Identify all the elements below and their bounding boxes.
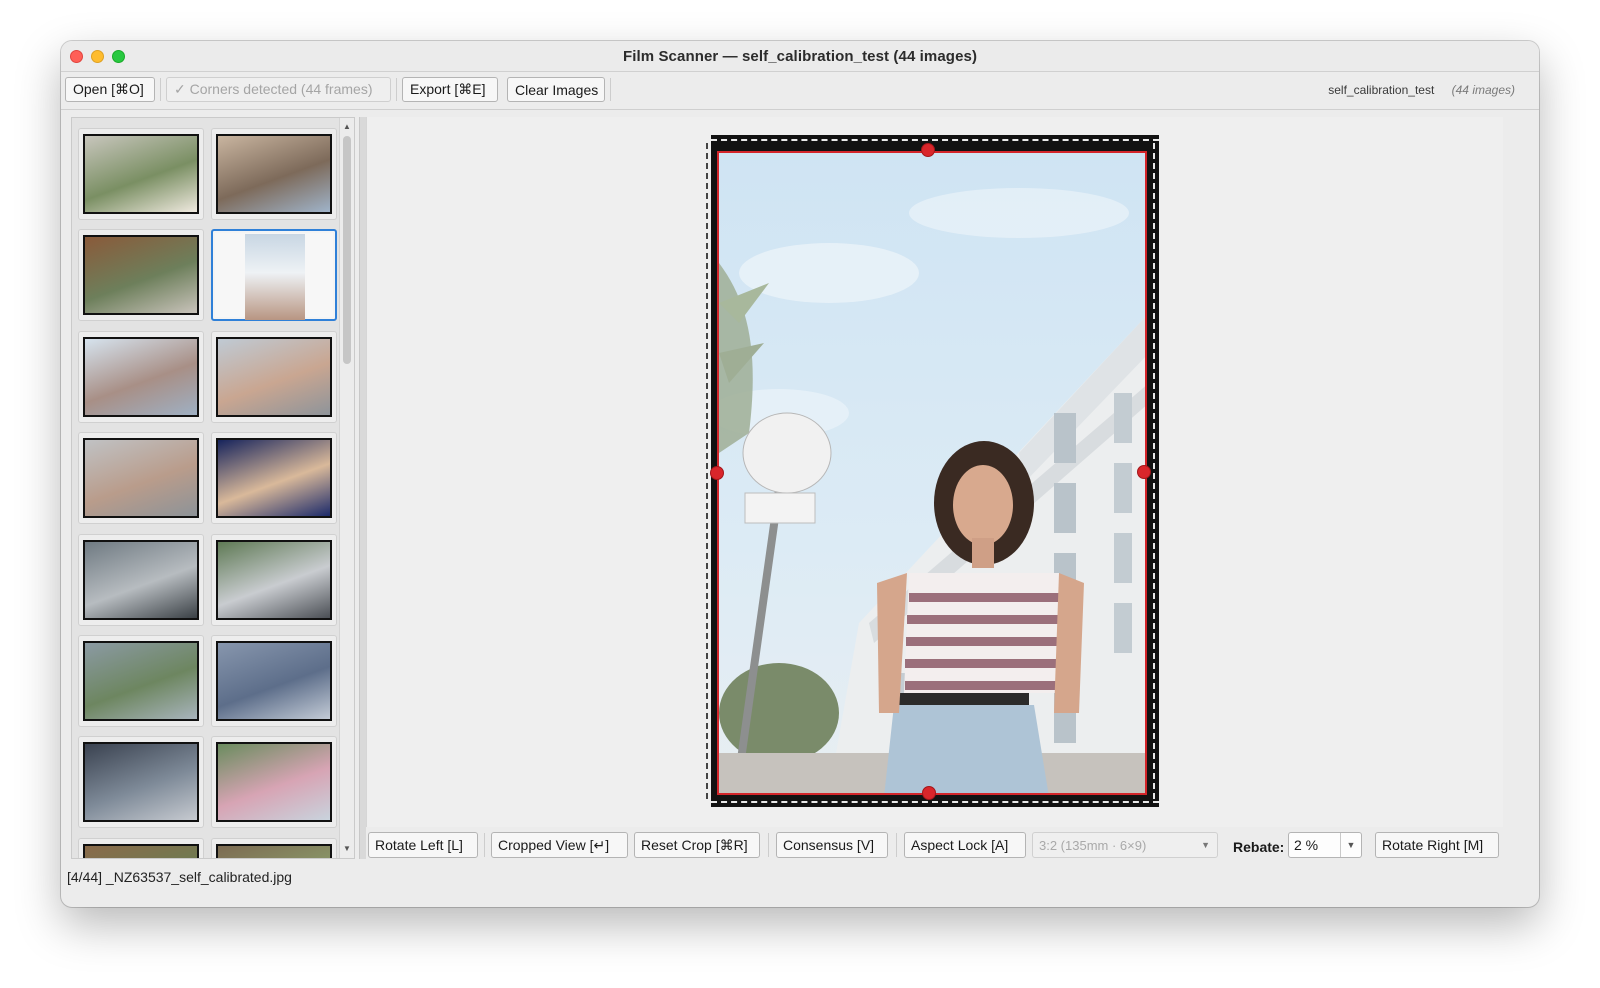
export-button[interactable]: Export [⌘E] xyxy=(402,77,498,102)
photo-person-lying-icon xyxy=(216,134,332,214)
thumbnail-item[interactable] xyxy=(211,432,337,524)
rebate-stepper[interactable]: 2 % ▼ xyxy=(1288,832,1362,858)
frame-detected-edge-right xyxy=(1153,143,1155,799)
photo-street-cyclist-icon xyxy=(83,641,199,721)
toolbar: Open [⌘O] ✓ Corners detected (44 frames)… xyxy=(61,72,1539,110)
thumbnail-item[interactable] xyxy=(211,128,337,220)
crop-handle-left[interactable] xyxy=(710,466,724,480)
sidebar-scrollbar[interactable]: ▲ ▼ xyxy=(339,118,354,858)
controls-divider xyxy=(768,833,769,857)
photo-woman-rotated-icon xyxy=(83,337,199,417)
aspect-ratio-value: 3:2 (135mm · 6×9) xyxy=(1039,837,1147,853)
consensus-button[interactable]: Consensus [V] xyxy=(776,832,888,858)
project-image-count: (44 images) xyxy=(1451,83,1515,97)
photo-partial-2-icon xyxy=(216,844,332,858)
reset-crop-button[interactable]: Reset Crop [⌘R] xyxy=(634,832,760,858)
frame-detected-edge-bottom xyxy=(711,801,1159,803)
crop-handle-bottom[interactable] xyxy=(922,786,936,800)
title-bar: Film Scanner — self_calibration_test (44… xyxy=(61,41,1539,72)
toolbar-divider xyxy=(160,78,161,101)
frame-detected-edge-top xyxy=(711,139,1159,141)
photo-car-trees-icon xyxy=(216,742,332,822)
thumbnail-item[interactable] xyxy=(78,229,204,321)
cropped-view-button[interactable]: Cropped View [↵] xyxy=(491,832,628,858)
thumbnail-item[interactable] xyxy=(78,534,204,626)
photo-crowd-trees-icon xyxy=(216,540,332,620)
photo-woman-fence-icon xyxy=(83,235,199,315)
thumbnail-item[interactable] xyxy=(78,736,204,828)
controls-divider xyxy=(484,833,485,857)
controls-divider xyxy=(896,833,897,857)
photo-crowd-cars-icon xyxy=(83,540,199,620)
minimize-window-button[interactable] xyxy=(91,50,104,63)
rotate-left-button[interactable]: Rotate Left [L] xyxy=(368,832,478,858)
app-window: Film Scanner — self_calibration_test (44… xyxy=(61,41,1539,907)
photo-woman-wall-icon xyxy=(83,438,199,518)
thumbnail-item[interactable] xyxy=(78,432,204,524)
crop-handle-right[interactable] xyxy=(1137,465,1151,479)
thumbnail-item[interactable] xyxy=(211,534,337,626)
aspect-ratio-select[interactable]: 3:2 (135mm · 6×9) ▼ xyxy=(1032,832,1218,858)
window-title: Film Scanner — self_calibration_test (44… xyxy=(622,47,978,65)
thumbnail-item[interactable] xyxy=(78,635,204,727)
photo-graffiti-dark-icon xyxy=(216,438,332,518)
photo-crowd-arch-icon xyxy=(83,742,199,822)
thumbnail-item[interactable] xyxy=(78,331,204,423)
photo-building-trees-icon xyxy=(83,134,199,214)
portrait-photo-image xyxy=(719,153,1145,793)
bottom-controls: Rotate Left [L] Cropped View [↵] Reset C… xyxy=(366,829,1502,863)
project-name: self_calibration_test xyxy=(1328,83,1435,97)
rebate-label: Rebate: xyxy=(1233,839,1285,855)
thumbnail-item[interactable] xyxy=(211,736,337,828)
thumbnail-item[interactable] xyxy=(211,331,337,423)
rebate-value: 2 % xyxy=(1294,837,1319,853)
thumbnail-item[interactable] xyxy=(211,838,337,858)
frame-detected-edge-left xyxy=(706,143,708,799)
rotate-right-button[interactable]: Rotate Right [M] xyxy=(1375,832,1499,858)
aspect-lock-button[interactable]: Aspect Lock [A] xyxy=(904,832,1026,858)
thumbnail-item[interactable] xyxy=(211,229,337,321)
toolbar-divider xyxy=(396,78,397,101)
photo-fabric-blue-icon xyxy=(216,641,332,721)
photo-woman-portrait-icon xyxy=(215,233,333,320)
project-info: self_calibration_test (44 images) xyxy=(1328,83,1515,97)
photo-woman-street-icon xyxy=(216,337,332,417)
clear-images-button[interactable]: Clear Images xyxy=(507,77,605,102)
toolbar-divider xyxy=(610,78,611,101)
film-negative-frame xyxy=(706,135,1159,807)
image-viewer[interactable] xyxy=(366,117,1503,827)
panel-splitter[interactable] xyxy=(359,117,366,859)
photo-partial-1-icon xyxy=(83,844,199,858)
chevron-down-icon: ▼ xyxy=(1201,840,1210,850)
thumbnail-item[interactable] xyxy=(78,838,204,858)
corners-detected-button[interactable]: ✓ Corners detected (44 frames) xyxy=(166,77,391,102)
open-button[interactable]: Open [⌘O] xyxy=(65,77,155,102)
scanned-photo xyxy=(717,151,1147,795)
close-window-button[interactable] xyxy=(70,50,83,63)
scroll-down-arrow-icon[interactable]: ▼ xyxy=(340,842,354,856)
thumbnail-item[interactable] xyxy=(78,128,204,220)
scroll-up-arrow-icon[interactable]: ▲ xyxy=(340,120,354,134)
zoom-window-button[interactable] xyxy=(112,50,125,63)
thumbnail-sidebar[interactable]: ▲ ▼ xyxy=(71,117,355,859)
crop-handle-top[interactable] xyxy=(921,143,935,157)
thumbnail-item[interactable] xyxy=(211,635,337,727)
scrollbar-thumb[interactable] xyxy=(343,136,351,364)
status-bar: [4/44] _NZ63537_self_calibrated.jpg xyxy=(67,869,292,885)
chevron-down-icon[interactable]: ▼ xyxy=(1340,833,1361,857)
